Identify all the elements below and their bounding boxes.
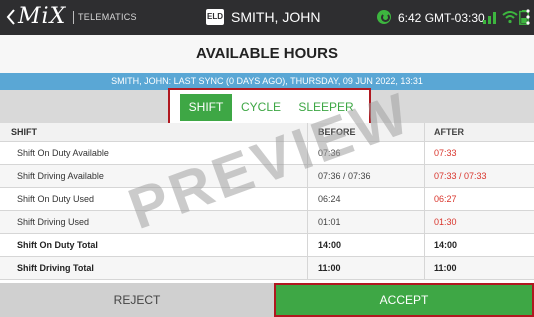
row-after: 14:00 bbox=[424, 234, 534, 256]
top-bar: MiX TELEMATICS ELD SMITH, JOHN 6:42 GMT-… bbox=[0, 0, 534, 35]
tab-cycle[interactable]: CYCLE bbox=[236, 94, 286, 121]
signal-icon bbox=[483, 12, 496, 24]
driver-name[interactable]: SMITH, JOHN bbox=[231, 9, 320, 25]
table-row: Shift Driving Available 07:36 / 07:36 07… bbox=[0, 165, 534, 188]
row-label: Shift On Duty Used bbox=[17, 194, 95, 204]
back-chevron-icon[interactable] bbox=[4, 7, 18, 27]
table-row: Shift On Duty Available 07:36 07:33 bbox=[0, 142, 534, 165]
row-after: 07:33 bbox=[424, 142, 534, 164]
hours-table: SHIFT BEFORE AFTER Shift On Duty Availab… bbox=[0, 123, 534, 280]
more-vert-icon[interactable] bbox=[526, 9, 530, 25]
row-label: Shift On Duty Total bbox=[17, 240, 98, 250]
action-footer: REJECT ACCEPT bbox=[0, 283, 534, 317]
table-row: Shift Driving Used 01:01 01:30 bbox=[0, 211, 534, 234]
logo-divider bbox=[73, 11, 74, 24]
header-after: AFTER bbox=[424, 123, 534, 141]
row-before: 14:00 bbox=[307, 234, 423, 256]
row-after: 06:27 bbox=[424, 188, 534, 210]
row-label: Shift Driving Used bbox=[17, 217, 90, 227]
reject-button[interactable]: REJECT bbox=[0, 283, 274, 317]
wifi-icon bbox=[502, 11, 518, 24]
eld-icon: ELD bbox=[206, 9, 224, 25]
row-before: 01:01 bbox=[307, 211, 423, 233]
tab-sleeper[interactable]: SLEEPER bbox=[290, 94, 362, 121]
sync-icon[interactable] bbox=[377, 10, 391, 24]
header-before: BEFORE bbox=[307, 123, 423, 141]
accept-button[interactable]: ACCEPT bbox=[274, 283, 534, 317]
clock: 6:42 GMT-03:30 bbox=[398, 11, 485, 25]
table-header: SHIFT BEFORE AFTER bbox=[0, 123, 534, 142]
row-label: Shift Driving Available bbox=[17, 171, 104, 181]
row-before: 07:36 / 07:36 bbox=[307, 165, 423, 187]
row-before: 11:00 bbox=[307, 257, 423, 279]
row-before: 06:24 bbox=[307, 188, 423, 210]
row-label: Shift Driving Total bbox=[17, 263, 94, 273]
row-before: 07:36 bbox=[307, 142, 423, 164]
table-row: Shift On Duty Total 14:00 14:00 bbox=[0, 234, 534, 257]
row-after: 07:33 / 07:33 bbox=[424, 165, 534, 187]
table-row: Shift Driving Total 11:00 11:00 bbox=[0, 257, 534, 280]
row-after: 11:00 bbox=[424, 257, 534, 279]
mix-logo: MiX bbox=[18, 4, 67, 29]
page-title: AVAILABLE HOURS bbox=[0, 35, 534, 73]
logo-subtitle: TELEMATICS bbox=[78, 12, 137, 22]
header-shift: SHIFT bbox=[11, 127, 37, 137]
row-after: 01:30 bbox=[424, 211, 534, 233]
row-label: Shift On Duty Available bbox=[17, 148, 109, 158]
table-row: Shift On Duty Used 06:24 06:27 bbox=[0, 188, 534, 211]
tab-shift[interactable]: SHIFT bbox=[180, 94, 232, 121]
